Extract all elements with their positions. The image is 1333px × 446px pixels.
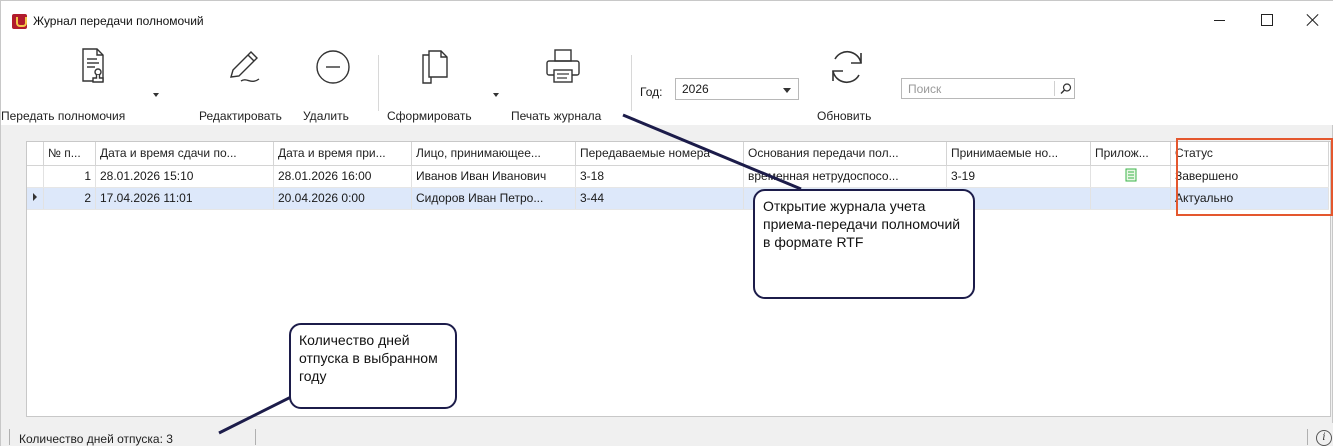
row-indicator-header — [27, 142, 44, 166]
app-logo-icon — [12, 14, 27, 29]
column-header-person[interactable]: Лицо, принимающее... — [411, 142, 576, 166]
minimize-button[interactable] — [1197, 7, 1243, 33]
document-stamp-icon — [82, 48, 104, 83]
cell-accepted: 3-19 — [946, 165, 1091, 188]
status-bar: Количество дней отпуска: 3 i — [1, 423, 1333, 446]
cell-attachment[interactable] — [1090, 187, 1171, 210]
search-placeholder: Поиск — [908, 82, 942, 96]
cell-status: Завершено — [1170, 165, 1329, 188]
column-header-attachment[interactable]: Прилож... — [1090, 142, 1171, 166]
toolbar: Передать полномочия Редактировать Удалит… — [1, 37, 1333, 125]
generate-dropdown-arrow[interactable] — [493, 93, 499, 97]
cell-date-out: 17.04.2026 11:01 — [95, 187, 274, 210]
cell-numbers: 3-44 — [575, 187, 744, 210]
search-input[interactable]: Поиск — [901, 78, 1075, 99]
print-journal-callout: Открытие журнала учета приема-передачи п… — [753, 189, 975, 299]
cell-number: 1 — [43, 165, 96, 188]
minus-circle-icon — [316, 50, 350, 84]
info-icon[interactable]: i — [1316, 430, 1332, 446]
transfer-dropdown-arrow[interactable] — [153, 93, 159, 97]
year-value: 2026 — [682, 82, 709, 96]
print-journal-label: Печать журнала — [511, 109, 602, 123]
column-header-accepted[interactable]: Принимаемые но... — [946, 142, 1091, 166]
journal-window: Журнал передачи полномочий Передать полн… — [0, 0, 1333, 446]
cell-person: Сидоров Иван Петро... — [411, 187, 576, 210]
cell-date-in: 20.04.2026 0:00 — [273, 187, 412, 210]
printer-icon — [546, 49, 580, 83]
refresh-label: Обновить — [817, 109, 872, 123]
vacation-days-text: Количество дней отпуска: 3 — [19, 432, 173, 446]
cell-number: 2 — [43, 187, 96, 210]
toolbar-separator — [378, 55, 379, 111]
edit-label: Редактировать — [199, 109, 282, 123]
column-header-reason[interactable]: Основания передачи пол... — [743, 142, 947, 166]
search-icon[interactable] — [1059, 82, 1073, 96]
close-button[interactable] — [1290, 7, 1333, 33]
cell-date-in: 28.01.2026 16:00 — [273, 165, 412, 188]
search-divider — [1054, 81, 1055, 96]
column-header-date-in[interactable]: Дата и время при... — [273, 142, 412, 166]
delete-label: Удалить — [303, 109, 349, 123]
column-header-numbers[interactable]: Передаваемые номера — [575, 142, 744, 166]
column-header-status[interactable]: Статус — [1170, 142, 1329, 166]
cell-person: Иванов Иван Иванович — [411, 165, 576, 188]
delete-button[interactable]: Удалить — [299, 43, 369, 123]
year-label: Год: — [640, 85, 663, 99]
refresh-button[interactable]: Обновить — [813, 43, 885, 123]
column-header-date-out[interactable]: Дата и время сдачи по... — [95, 142, 274, 166]
cell-numbers: 3-18 — [575, 165, 744, 188]
statusbar-separator — [1307, 429, 1308, 445]
transfer-authority-button[interactable]: Передать полномочия — [1, 43, 181, 123]
toolbar-separator — [631, 55, 632, 111]
statusbar-separator — [255, 429, 256, 445]
current-row-arrow-icon — [33, 193, 37, 201]
column-header-number[interactable]: № п... — [43, 142, 96, 166]
journal-table: № п... Дата и время сдачи по... Дата и в… — [27, 142, 1329, 210]
window-title: Журнал передачи полномочий — [33, 14, 204, 28]
cell-reason: временная нетрудоспосо... — [743, 165, 947, 188]
row-indicator — [27, 187, 44, 210]
chevron-down-icon — [783, 88, 791, 93]
generate-button[interactable]: Сформировать — [385, 43, 499, 123]
print-journal-button[interactable]: Печать журнала — [507, 43, 627, 123]
year-select[interactable]: 2026 — [675, 78, 799, 100]
statusbar-separator — [9, 429, 10, 445]
table-row[interactable]: 1 28.01.2026 15:10 28.01.2026 16:00 Иван… — [27, 165, 1329, 188]
journal-grid: № п... Дата и время сдачи по... Дата и в… — [26, 141, 1331, 417]
cell-attachment[interactable] — [1090, 165, 1171, 188]
transfer-label: Передать полномочия — [1, 109, 126, 123]
edit-button[interactable]: Редактировать — [197, 43, 291, 123]
row-indicator — [27, 165, 44, 188]
table-header-row: № п... Дата и время сдачи по... Дата и в… — [27, 142, 1329, 166]
maximize-button[interactable] — [1244, 7, 1290, 33]
document-icon[interactable] — [1125, 168, 1137, 182]
copy-document-icon — [422, 50, 448, 84]
table-row-selected[interactable]: 2 17.04.2026 11:01 20.04.2026 0:00 Сидор… — [27, 187, 1329, 210]
pencil-icon — [230, 51, 260, 82]
title-bar: Журнал передачи полномочий — [1, 1, 1333, 37]
cell-date-out: 28.01.2026 15:10 — [95, 165, 274, 188]
refresh-icon — [832, 50, 862, 84]
generate-label: Сформировать — [387, 109, 472, 123]
vacation-days-callout: Количество дней отпуска в выбранном году — [289, 323, 457, 409]
cell-status: Актуально — [1170, 187, 1329, 210]
